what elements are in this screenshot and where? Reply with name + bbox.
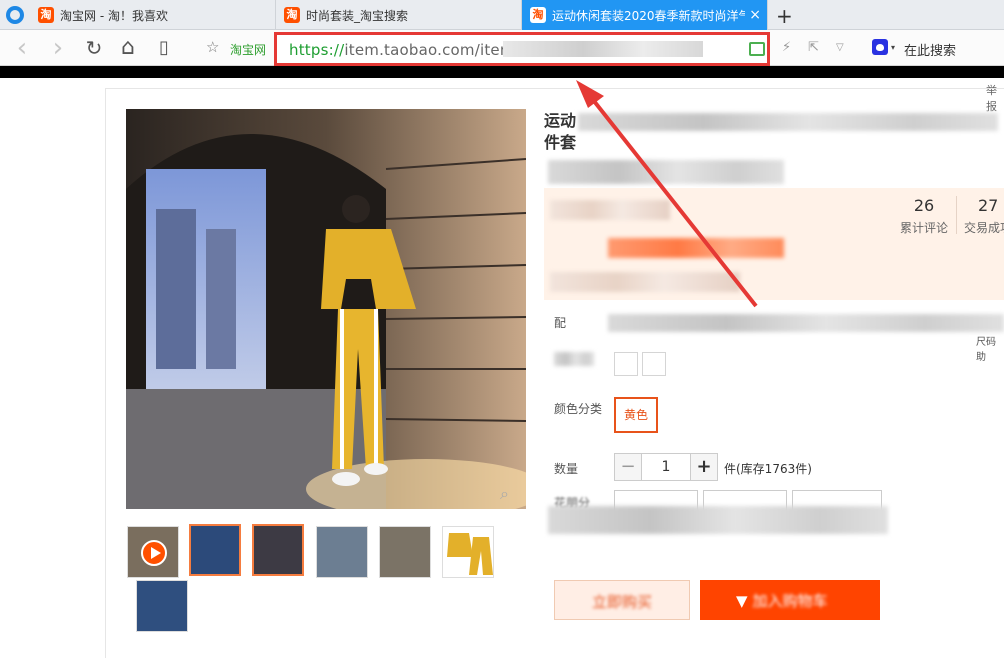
reading-list-icon[interactable]: ▯ <box>152 36 176 60</box>
redacted-delivery <box>608 314 1004 332</box>
redacted-original-price <box>550 200 670 220</box>
stat-divider <box>956 196 957 234</box>
address-bar[interactable]: https://item.taobao.com/item.h <box>274 32 770 66</box>
play-icon <box>141 540 167 566</box>
engine-dropdown-icon[interactable]: ▾ <box>891 43 895 52</box>
thumbnail-image[interactable] <box>316 526 368 578</box>
browser-logo-icon[interactable] <box>6 6 24 24</box>
product-photo <box>126 109 526 509</box>
size-chart-link[interactable]: 尺码助 <box>976 333 1004 363</box>
thumbnail-image[interactable] <box>252 524 304 576</box>
quantity-decrease-button[interactable]: − <box>614 453 642 481</box>
stock-text: 件(库存1763件) <box>724 462 812 476</box>
reader-mode-icon[interactable] <box>749 42 765 56</box>
size-option[interactable] <box>642 352 666 376</box>
quantity-label: 数量 <box>554 462 579 476</box>
add-to-cart-label: 加入购物车 <box>752 592 828 610</box>
delivery-label: 配 <box>554 316 567 330</box>
chevron-down-icon[interactable]: ▽ <box>836 42 844 53</box>
close-tab-icon[interactable]: × <box>749 7 761 23</box>
size-option[interactable] <box>614 352 638 376</box>
url-redacted <box>503 41 703 57</box>
url-host-path: item.taobao.com/item.h <box>344 41 530 59</box>
site-header-bar <box>0 66 1004 78</box>
redacted-size-label <box>554 352 594 366</box>
taobao-icon: 淘 <box>284 7 300 23</box>
search-input[interactable]: 在此搜索 <box>904 40 956 59</box>
color-label: 颜色分类 <box>554 402 603 416</box>
navigation-bar: ‹ › ↻ ⌂ ▯ ☆ 淘宝网 https://item.taobao.com/… <box>0 30 1004 66</box>
url-text: https://item.taobao.com/item.h <box>289 41 529 59</box>
quantity-increase-button[interactable]: + <box>690 453 718 481</box>
buy-now-label: 立即购买 <box>591 593 652 611</box>
forward-button[interactable]: › <box>46 35 70 61</box>
stat-transactions: 27 交易成功 <box>964 196 1004 236</box>
buy-now-button[interactable]: 立即购买 <box>554 580 690 620</box>
tab-label: 淘宝网 - 淘！我喜欢 <box>60 8 168 23</box>
zoom-icon[interactable]: ⌕ <box>500 484 509 504</box>
stat-label: 交易成功 <box>964 221 1004 235</box>
add-to-cart-button[interactable]: ▼ 加入购物车 <box>700 580 880 620</box>
stat-value: 27 <box>978 196 999 215</box>
bookmark-taobao[interactable]: 淘宝网 <box>230 41 266 58</box>
tab-product-page[interactable]: 淘 运动休闲套装2020春季新款时尚洋气 × <box>522 0 768 30</box>
thumbnail-image[interactable] <box>136 580 188 632</box>
stat-label: 累计评论 <box>899 221 948 235</box>
tab-label: 运动休闲套装2020春季新款时尚洋气 <box>552 8 745 23</box>
thumbnail-image[interactable] <box>189 524 241 576</box>
quantity-input[interactable]: 1 <box>642 453 690 481</box>
thumbnail-image[interactable] <box>379 526 431 578</box>
stat-reviews: 26 累计评论 <box>898 196 950 236</box>
flatlay-thumbnail <box>447 533 493 575</box>
redacted-title <box>578 113 998 131</box>
refresh-button[interactable]: ↻ <box>82 36 106 60</box>
lightning-icon[interactable]: ⚡ <box>782 40 791 55</box>
redacted-sale-price <box>608 238 784 258</box>
back-button[interactable]: ‹ <box>10 35 34 61</box>
star-icon[interactable]: ☆ <box>206 38 219 56</box>
thumbnail-image[interactable] <box>442 526 494 578</box>
redacted-promo <box>550 272 740 292</box>
url-scheme: https:// <box>289 41 345 59</box>
tab-search-results[interactable]: 淘 时尚套装_淘宝搜索 <box>276 0 522 30</box>
share-icon[interactable]: ⇱ <box>808 40 819 55</box>
taobao-icon: 淘 <box>38 7 54 23</box>
stat-value: 26 <box>913 196 935 215</box>
tab-taobao-home[interactable]: 淘 淘宝网 - 淘！我喜欢 <box>30 0 276 30</box>
color-option-yellow[interactable]: 黄色 <box>614 397 658 433</box>
taobao-icon: 淘 <box>530 7 546 23</box>
title-line-2: 件套 <box>544 133 577 152</box>
thumbnail-video[interactable] <box>127 526 179 578</box>
redacted-style-options <box>548 506 888 534</box>
tab-strip: 淘 淘宝网 - 淘！我喜欢 淘 时尚套装_淘宝搜索 淘 运动休闲套装2020春季… <box>0 0 1004 30</box>
tab-label: 时尚套装_淘宝搜索 <box>306 8 409 23</box>
main-product-image[interactable] <box>126 109 526 509</box>
redacted-subtitle <box>548 160 784 184</box>
baidu-paw-icon[interactable] <box>872 39 888 55</box>
home-button[interactable]: ⌂ <box>116 36 140 60</box>
new-tab-button[interactable]: + <box>776 4 793 28</box>
